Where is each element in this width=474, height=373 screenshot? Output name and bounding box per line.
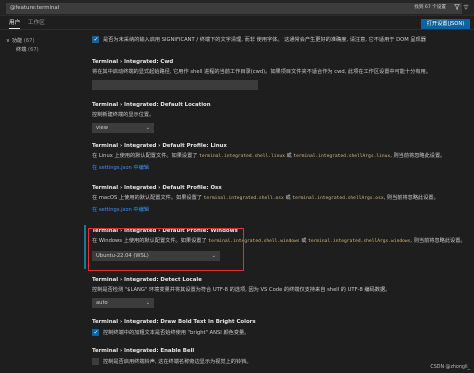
setting-detect-locale: Terminal › Integrated: Detect Locale 控制是… <box>92 277 467 308</box>
search-result-count: 找到 67 个设置 <box>414 5 446 10</box>
setting-title: Terminal › Integrated › Default Profile:… <box>92 143 227 149</box>
settings-list: 是否为未采纳的输入启用 SIGNIFICANT / 终端下的文字清理, 而非 使… <box>84 30 474 373</box>
tab-user[interactable]: 用户 <box>9 18 21 29</box>
annotation-highlight-box <box>88 228 244 271</box>
toc-item-count: (67) <box>23 38 35 44</box>
open-settings-json-button[interactable]: 打开设置(JSON) <box>421 19 470 29</box>
setting-cwd: Terminal › Integrated: Cwd 将在其中启动终端的显式起始… <box>92 59 467 90</box>
toc-item-count: (67) <box>28 47 39 53</box>
setting-description: 控制新建终端的显示位置。 <box>92 112 155 118</box>
setting-title: Terminal › Integrated: Cwd <box>92 59 174 65</box>
settings-scope-tabs: 用户 工作区 打开设置(JSON) <box>0 16 474 30</box>
setting-description: 在 macOS 上使用的默认配置文件。如果设置了 terminal.integr… <box>92 195 439 201</box>
detect-locale-select[interactable]: auto ⌄ <box>92 298 154 308</box>
setting-default-profile-linux: Terminal › Integrated › Default Profile:… <box>92 143 467 171</box>
watermark: CSDN @zhongli_ <box>430 365 470 370</box>
chevron-down-icon: ∨ <box>6 38 10 44</box>
toc-item-label: 功能 <box>11 38 23 44</box>
chevron-down-icon: ⌄ <box>145 300 150 306</box>
settings-search-bar: @feature:terminal 找到 67 个设置 <box>0 0 474 16</box>
toc-item-label: 终端 <box>16 47 27 53</box>
default-location-select[interactable]: view ⌄ <box>92 123 154 133</box>
setting-draw-bold: Terminal › Integrated: Draw Bold Text In… <box>92 319 467 337</box>
cwd-text-input[interactable] <box>92 80 258 90</box>
setting-description: 将在其中启动终端的显式起始路径, 它用作 shell 进程的当前工作目录(cwd… <box>92 69 431 75</box>
setting-title: Terminal › Integrated › Default Profile:… <box>92 185 222 191</box>
settings-search-input[interactable]: @feature:terminal <box>6 3 462 14</box>
tab-workspace[interactable]: 工作区 <box>28 18 45 29</box>
setting-checkbox[interactable] <box>92 358 99 365</box>
setting-checkbox[interactable] <box>92 329 99 336</box>
setting-title: Terminal › Integrated: Default Location <box>92 102 211 108</box>
setting-title: Terminal › Integrated: Draw Bold Text In… <box>92 319 256 325</box>
toc-item-features[interactable]: ∨ 功能 (67) <box>6 37 35 45</box>
setting-gpu-text: 是否为未采纳的输入启用 SIGNIFICANT / 终端下的文字清理, 而非 使… <box>92 36 467 44</box>
clear-search-icon[interactable] <box>463 4 469 10</box>
setting-enable-bell: Terminal › Integrated: Enable Bell 控制是否启… <box>92 348 467 366</box>
filter-icon[interactable] <box>454 4 460 10</box>
setting-description: 在 Linux 上使用的默认配置文件。如果设置了 terminal.integr… <box>92 153 446 159</box>
setting-default-location: Terminal › Integrated: Default Location … <box>92 102 467 133</box>
setting-checkbox[interactable] <box>92 36 99 43</box>
setting-title: Terminal › Integrated: Enable Bell <box>92 348 195 354</box>
edit-in-settings-json-link[interactable]: 在 settings.json 中编辑 <box>92 164 467 171</box>
setting-title: Terminal › Integrated: Detect Locale <box>92 277 202 283</box>
edit-in-settings-json-link[interactable]: 在 settings.json 中编辑 <box>92 206 467 213</box>
settings-toc-sidebar: ∨ 功能 (67) 终端 (67) <box>0 30 84 373</box>
setting-description: 控制是否启用终端铃声, 这在终端名称旁边显示为视觉上的铃铛。 <box>103 359 252 365</box>
setting-description: 是否为未采纳的输入启用 SIGNIFICANT / 终端下的文字清理, 而非 使… <box>103 37 426 43</box>
toc-item-terminal[interactable]: 终端 (67) <box>16 46 39 54</box>
chevron-down-icon: ⌄ <box>145 125 150 131</box>
setting-default-profile-osx: Terminal › Integrated › Default Profile:… <box>92 185 467 213</box>
setting-description: 控制终端中的加粗文本是否始终使用 "bright" ANSI 颜色变量。 <box>103 330 250 336</box>
setting-description: 控制是否检测 "$LANG" 环境变量并将其设置为符合 UTF-8 的选项, 因… <box>92 287 391 293</box>
